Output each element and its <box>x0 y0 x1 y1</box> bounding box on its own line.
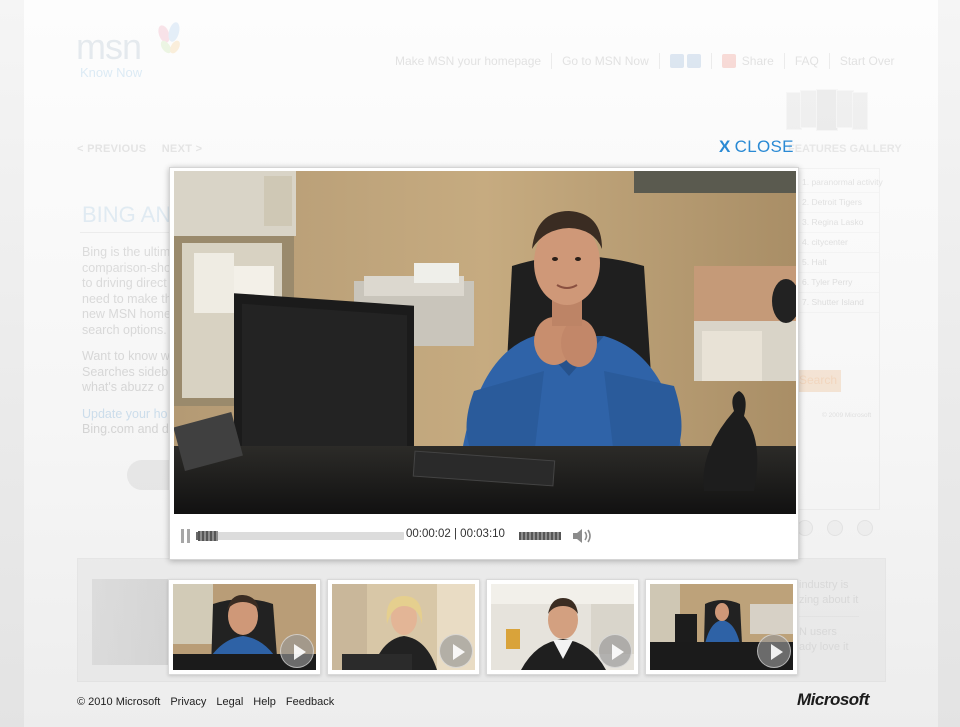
progress-handle[interactable] <box>198 531 218 541</box>
duration: 00:03:10 <box>460 528 505 540</box>
trending-item[interactable]: 7. Shutter Island <box>798 293 879 313</box>
speaker-icon[interactable] <box>571 526 595 546</box>
bing-section-body: Bing is the ultim comparison-sho to driv… <box>82 245 172 436</box>
butterfly-icon <box>158 22 180 54</box>
facebook-icon[interactable] <box>686 54 701 68</box>
msn-tagline: Know Now <box>80 65 143 80</box>
social-icons <box>669 54 701 68</box>
privacy-link[interactable]: Privacy <box>170 696 206 708</box>
trending-item[interactable]: 5. Halt <box>798 253 879 273</box>
messenger-icon[interactable] <box>669 54 684 68</box>
microsoft-logo[interactable]: Microsoft <box>797 690 870 710</box>
background-button[interactable] <box>127 460 172 490</box>
trending-item[interactable]: 2. Detroit Tigers <box>798 193 879 213</box>
volume-fill <box>519 532 561 540</box>
pause-icon[interactable] <box>181 529 191 543</box>
share-plus-icon[interactable] <box>721 54 736 68</box>
trending-item[interactable]: 3. Regina Lasko <box>798 213 879 233</box>
bing-section-title: BING AN <box>82 202 172 227</box>
video-thumbnail-1[interactable] <box>168 579 321 675</box>
gallery-preview[interactable] <box>786 89 868 132</box>
current-time: 00:00:02 <box>406 528 451 540</box>
feedback-link[interactable]: Feedback <box>286 696 334 708</box>
play-icon[interactable] <box>439 634 473 668</box>
panel-controls <box>797 520 873 536</box>
plus-icon[interactable] <box>797 520 813 536</box>
panel-copyright: © 2009 Microsoft <box>822 412 872 419</box>
time-readout: 00:00:02 | 00:03:10 <box>406 528 505 540</box>
features-gallery-label: FEATURES GALLERY <box>788 143 902 155</box>
nav-divider <box>710 53 712 69</box>
pager: < PREVIOUS NEXT > <box>77 143 214 155</box>
nav-divider <box>783 53 785 69</box>
nav-divider <box>828 53 830 69</box>
legal-link[interactable]: Legal <box>216 696 243 708</box>
video-frame[interactable] <box>174 171 796 514</box>
faq-link[interactable]: FAQ <box>795 54 819 68</box>
video-player: 00:00:02 | 00:03:10 <box>169 167 799 560</box>
trending-searches-panel: 1. paranormal activity 2. Detroit Tigers… <box>797 168 883 510</box>
minus-icon[interactable] <box>827 520 843 536</box>
trending-item[interactable]: 1. paranormal activity <box>798 173 883 193</box>
msn-logo[interactable]: msn Know Now <box>76 14 196 80</box>
top-navigation: Make MSN your homepage Go to MSN Now Sha… <box>395 53 895 69</box>
video-thumbnail-2[interactable] <box>327 579 480 675</box>
close-label: CLOSE <box>734 137 794 156</box>
previous-link[interactable]: < PREVIOUS <box>77 143 146 155</box>
footer-copyright: © 2010 Microsoft <box>77 696 161 708</box>
trending-item[interactable]: 4. citycenter <box>798 233 879 253</box>
help-link[interactable]: Help <box>253 696 276 708</box>
search-button[interactable]: Search <box>797 370 841 392</box>
close-button[interactable]: X CLOSE <box>719 137 794 157</box>
footer: © 2010 Microsoft Privacy Legal Help Feed… <box>77 696 334 708</box>
video-thumbnail-4[interactable] <box>645 579 798 675</box>
info-icon[interactable] <box>857 520 873 536</box>
update-homepage-link[interactable]: Update your ho <box>82 407 167 421</box>
video-thumbnail-3[interactable] <box>486 579 639 675</box>
close-icon: X <box>719 137 731 156</box>
next-link[interactable]: NEXT > <box>162 143 203 155</box>
msn-wordmark: msn <box>76 26 142 67</box>
msn-now-link[interactable]: Go to MSN Now <box>562 54 649 68</box>
make-homepage-link[interactable]: Make MSN your homepage <box>395 54 541 68</box>
play-icon[interactable] <box>757 634 791 668</box>
strip-quotes: industry is zing about it N users ady lo… <box>799 579 859 653</box>
video-still <box>174 171 796 514</box>
share-link[interactable]: Share <box>742 54 774 68</box>
faded-thumbnail <box>92 579 168 665</box>
section-divider <box>80 232 170 233</box>
start-over-link[interactable]: Start Over <box>840 54 895 68</box>
trending-item[interactable]: 6. Tyler Perry <box>798 273 879 293</box>
player-controls: 00:00:02 | 00:03:10 <box>170 516 798 560</box>
play-icon[interactable] <box>598 634 632 668</box>
progress-bar[interactable] <box>196 531 404 541</box>
volume-slider[interactable] <box>519 532 561 540</box>
play-icon[interactable] <box>280 634 314 668</box>
nav-divider <box>551 53 553 69</box>
nav-divider <box>658 53 660 69</box>
